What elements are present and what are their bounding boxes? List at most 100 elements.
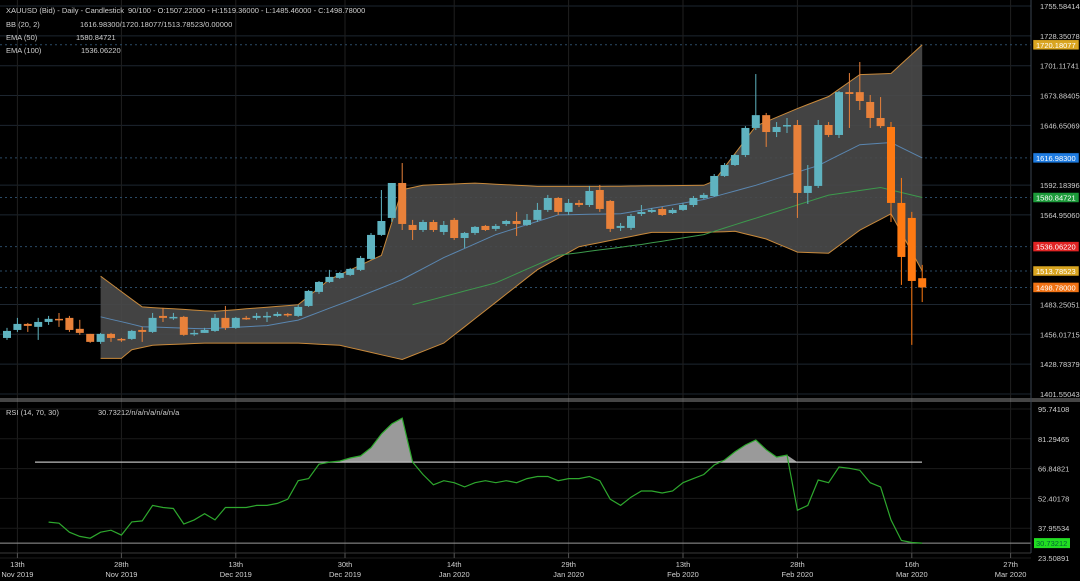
- time-tick-day: 13th: [676, 560, 691, 569]
- candle-bullish: [783, 125, 791, 127]
- candle-bullish: [335, 272, 344, 278]
- candle-bullish: [668, 209, 677, 214]
- time-tick-day: 13th: [228, 560, 243, 569]
- bb-label: BB (20, 2): [6, 20, 40, 29]
- bollinger-bands: [100, 44, 923, 361]
- candle-bearish: [408, 224, 417, 230]
- candle-bullish: [273, 313, 282, 316]
- time-tick-day: 29th: [561, 560, 576, 569]
- rsi-overbought-fill: [48, 418, 923, 463]
- time-tick-month: Mar 2020: [896, 570, 928, 579]
- candle-bearish: [107, 333, 115, 338]
- rsi-tick-label: 37.95534: [1038, 524, 1069, 533]
- candle-bullish: [627, 215, 635, 228]
- time-tick-month: Jan 2020: [439, 570, 470, 579]
- rsi-value-label: 30.73212: [1036, 539, 1067, 548]
- time-tick-day: 27th: [1003, 560, 1018, 569]
- candle-bearish: [793, 125, 802, 193]
- bollinger-fill: [100, 44, 923, 360]
- candle-bullish: [44, 318, 53, 322]
- candle-bullish: [419, 221, 427, 230]
- candle-bullish: [439, 224, 448, 232]
- rsi-tick-label: 81.29465: [1038, 435, 1069, 444]
- candle-bearish: [138, 329, 147, 332]
- candle-bullish: [190, 332, 199, 335]
- candle-bearish: [450, 219, 459, 238]
- rsi-tick-label: 52.40178: [1038, 494, 1069, 503]
- candle-bullish: [751, 115, 760, 128]
- rsi-tick-label: 23.50891: [1038, 554, 1069, 563]
- time-tick-month: Jan 2020: [553, 570, 584, 579]
- price-tick-label: 1673.88405: [1040, 92, 1080, 101]
- time-tick-month: Feb 2020: [667, 570, 699, 579]
- candle-bullish: [689, 197, 698, 206]
- candle-bullish: [772, 126, 781, 133]
- candle-bullish: [315, 281, 323, 292]
- price-tick-label: 1456.01715: [1040, 330, 1080, 339]
- price-chart[interactable]: 1755.58414 1728.35078 1701.11741 1673.88405…: [0, 0, 1080, 581]
- candle-bearish: [429, 221, 438, 230]
- candle-bullish: [3, 330, 11, 338]
- candle-bullish: [803, 185, 812, 193]
- time-tick-day: 28th: [114, 560, 129, 569]
- candle-bullish: [13, 323, 22, 330]
- candle-bearish: [824, 125, 833, 135]
- candle-bullish: [835, 92, 843, 135]
- time-tick-month: Nov 2019: [1, 570, 33, 579]
- candle-bearish: [221, 317, 230, 328]
- rsi-label: RSI (14, 70, 30): [6, 408, 59, 417]
- candle-bearish: [845, 92, 854, 94]
- candle-bearish: [512, 221, 521, 224]
- candle-bullish: [523, 219, 531, 225]
- ema100-label: EMA (100): [6, 46, 42, 55]
- price-tick-label: 1401.55043: [1040, 390, 1080, 399]
- ema50-label: EMA (50): [6, 33, 38, 42]
- price-tick-label: 1646.65069: [1040, 121, 1080, 130]
- time-axis[interactable]: 13thNov 201928thNov 201913thDec 201930th…: [1, 553, 1026, 579]
- candle-bearish: [242, 317, 251, 320]
- candle-bearish: [23, 323, 32, 326]
- price-tag-label: 1513.78523: [1036, 267, 1076, 276]
- candle-bearish: [398, 182, 407, 224]
- candle-bullish: [460, 232, 469, 238]
- candle-bearish: [762, 115, 771, 133]
- price-axis[interactable]: 1755.58414 1728.35078 1701.11741 1673.88405…: [1030, 0, 1080, 563]
- price-tick-label: 1428.78379: [1040, 360, 1080, 369]
- candle-bullish: [720, 165, 729, 176]
- candle-bullish: [647, 209, 656, 212]
- candle-bullish: [741, 127, 750, 156]
- rsi-tick-label: 66.84821: [1038, 465, 1069, 474]
- time-tick-day: 13th: [10, 560, 25, 569]
- ema100-value: 1536.06220: [81, 46, 121, 55]
- candle-bearish: [159, 315, 167, 318]
- candle-bullish: [564, 202, 573, 212]
- price-tick-label: 1755.58414: [1040, 2, 1080, 11]
- candle-bearish: [554, 197, 563, 212]
- candle-bearish: [179, 316, 188, 335]
- rsi-tick-label: 95.74108: [1038, 405, 1069, 414]
- candle-bullish: [679, 205, 687, 210]
- candle-bullish: [169, 316, 178, 319]
- time-tick-month: Feb 2020: [782, 570, 814, 579]
- candle-bullish: [294, 306, 303, 316]
- candle-bullish: [491, 225, 500, 229]
- candle-bearish: [658, 208, 667, 215]
- candle-bullish: [387, 182, 396, 218]
- price-tick-label: 1564.95060: [1040, 211, 1080, 220]
- candle-bullish: [637, 211, 646, 214]
- candle-bullish: [96, 333, 105, 342]
- candle-bullish: [127, 330, 136, 339]
- candle-bearish: [907, 217, 916, 281]
- candle-bullish: [367, 234, 375, 259]
- candle-bullish: [211, 317, 219, 331]
- candle-bullish: [148, 317, 157, 332]
- candle-bearish: [897, 202, 906, 257]
- candle-bullish: [200, 329, 209, 333]
- candle-bullish: [34, 321, 43, 327]
- price-tag-label: 1720.18077: [1036, 41, 1076, 50]
- candle-bearish: [55, 318, 63, 321]
- price-tag-label: 1580.84721: [1036, 194, 1076, 203]
- candle-bearish: [65, 317, 74, 330]
- candle-bullish: [231, 317, 240, 328]
- candle-bullish: [471, 226, 479, 233]
